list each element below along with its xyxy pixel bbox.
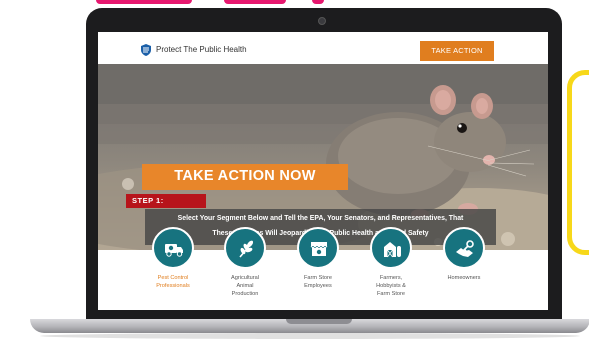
site-header: Protect The Public Health TAKE ACTION	[98, 32, 548, 62]
camera-icon	[318, 17, 326, 25]
shield-logo-icon	[141, 44, 151, 56]
segment-label-line: Hobbyists &	[376, 283, 406, 289]
segment-label: Farmers, Hobbyists & Farm Store	[355, 274, 427, 298]
laptop-shadow	[40, 333, 580, 339]
heading-fragment	[312, 0, 324, 4]
handshake-key-icon	[456, 240, 474, 257]
segment-icon-circle[interactable]	[152, 227, 194, 269]
segment-label-line: Professionals	[156, 283, 190, 289]
heading-fragment	[96, 0, 192, 4]
segment-icon-circle[interactable]	[370, 227, 412, 269]
segment-icon-circle[interactable]	[224, 227, 266, 269]
wheat-icon	[239, 240, 254, 258]
presentation-slide: Protect The Public Health TAKE ACTION TA…	[0, 0, 589, 341]
callout-card	[567, 70, 589, 255]
heading-fragment	[224, 0, 286, 4]
take-action-now-heading: TAKE ACTION NOW	[174, 168, 316, 184]
step-label: STEP 1:	[132, 196, 164, 205]
segment-label-line: Homeowners	[447, 275, 481, 281]
segment-label-line: Production	[231, 291, 259, 297]
segment-label-line: Employees	[304, 283, 332, 289]
segment-label: Homeowners	[428, 274, 500, 282]
laptop-screen: Protect The Public Health TAKE ACTION TA…	[98, 32, 548, 310]
hero-banner: TAKE ACTION NOW STEP 1: Select Your Segm…	[98, 64, 548, 250]
truck-icon	[165, 244, 183, 257]
segment-label-line: Pest Control	[157, 275, 189, 281]
segment-icon-circle[interactable]	[297, 227, 339, 269]
segment-icon-circle[interactable]	[443, 227, 485, 269]
take-action-button[interactable]: TAKE ACTION	[420, 41, 494, 61]
segment-label-line: Farm Store	[304, 275, 332, 281]
segment-label-line: Farm Store	[377, 291, 405, 297]
instruction-line-1: Select Your Segment Below and Tell the E…	[177, 215, 464, 222]
segment-label: Pest Control Professionals	[137, 274, 209, 290]
brand-name[interactable]: Protect The Public Health	[156, 45, 247, 54]
barn-icon	[384, 242, 401, 258]
segment-label: Farm Store Employees	[282, 274, 354, 290]
segment-label-line: Agricultural	[231, 275, 259, 281]
segment-label-line: Farmers,	[379, 275, 403, 281]
segment-label-line: Animal	[236, 283, 254, 289]
segment-label: Agricultural Animal Production	[209, 274, 281, 298]
storefront-icon	[310, 242, 328, 256]
laptop-notch	[286, 319, 352, 324]
